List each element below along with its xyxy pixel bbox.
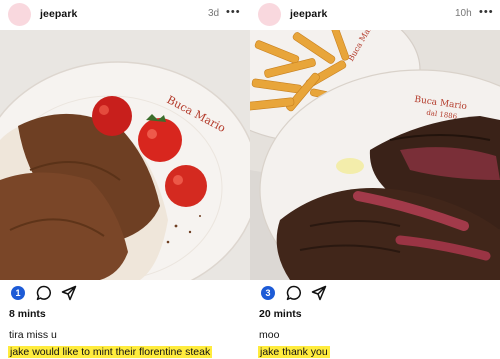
post-caption: tira miss u bbox=[9, 329, 57, 341]
activity-count-button[interactable]: 3 bbox=[258, 283, 278, 303]
post-actions: 3 bbox=[250, 283, 500, 305]
share-icon[interactable] bbox=[309, 283, 329, 303]
activity-count-button[interactable]: 1 bbox=[8, 283, 28, 303]
comment-username[interactable]: jake bbox=[260, 346, 279, 358]
comment-text: would like to mint their florentine stea… bbox=[32, 346, 211, 358]
steak-photo: Buca Mario Buca Mario dal 1886 bbox=[250, 30, 500, 280]
comment-icon[interactable] bbox=[34, 283, 54, 303]
comment-preview[interactable]: jake thank you bbox=[258, 346, 330, 358]
post-card: jeepark 3d ••• Buca Mario 1 8 mints tira… bbox=[0, 0, 250, 359]
post-actions: 1 bbox=[0, 283, 250, 305]
timestamp: 3d bbox=[208, 8, 220, 19]
comment-text: thank you bbox=[282, 346, 328, 358]
post-caption: moo bbox=[259, 329, 280, 341]
activity-count-badge: 3 bbox=[261, 286, 275, 300]
tiramisu-photo: Buca Mario bbox=[0, 30, 250, 280]
post-photo[interactable]: Buca Mario Buca Mario dal 1886 bbox=[250, 30, 500, 280]
comment-username[interactable]: jake bbox=[10, 346, 29, 358]
username[interactable]: jeepark bbox=[290, 8, 327, 20]
share-icon[interactable] bbox=[59, 283, 79, 303]
post-card: jeepark 10h ••• Buca Mario Buca Mario da… bbox=[250, 0, 500, 359]
ellipsis-icon[interactable]: ••• bbox=[479, 6, 494, 18]
post-header: jeepark 10h ••• bbox=[250, 0, 500, 30]
avatar[interactable] bbox=[258, 3, 281, 26]
mint-count[interactable]: 8 mints bbox=[9, 308, 46, 320]
username[interactable]: jeepark bbox=[40, 8, 77, 20]
mint-count[interactable]: 20 mints bbox=[259, 308, 302, 320]
feed-grid: jeepark 3d ••• Buca Mario 1 8 mints tira… bbox=[0, 0, 500, 359]
timestamp: 10h bbox=[455, 8, 472, 19]
avatar[interactable] bbox=[8, 3, 31, 26]
post-photo[interactable]: Buca Mario bbox=[0, 30, 250, 280]
ellipsis-icon[interactable]: ••• bbox=[226, 6, 241, 18]
comment-icon[interactable] bbox=[284, 283, 304, 303]
comment-preview[interactable]: jake would like to mint their florentine… bbox=[8, 346, 213, 358]
post-header: jeepark 3d ••• bbox=[0, 0, 250, 30]
activity-count-badge: 1 bbox=[11, 286, 25, 300]
